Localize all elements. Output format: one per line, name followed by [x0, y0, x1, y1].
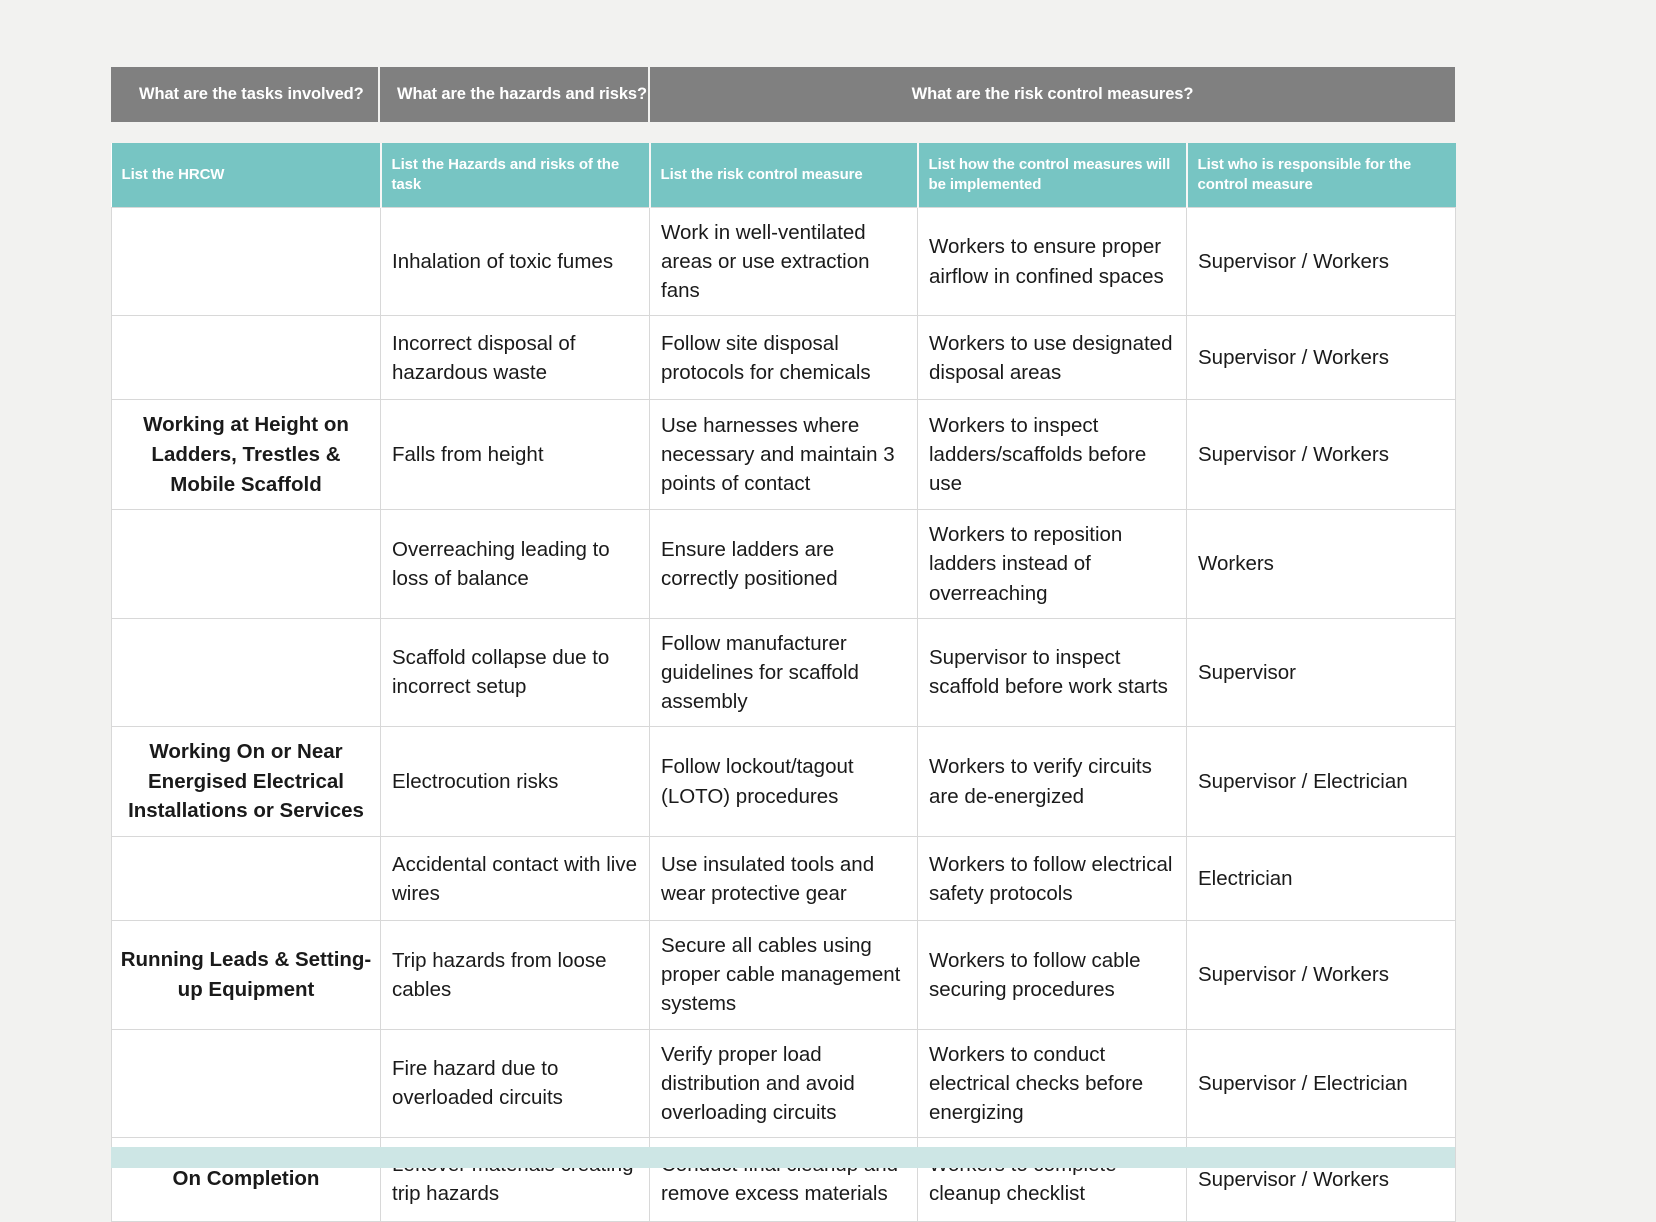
- column-header-hrcw: List the HRCW: [111, 143, 382, 208]
- table-row: Incorrect disposal of hazardous waste Fol…: [111, 315, 1456, 401]
- table-header: List the HRCW List the Hazards and risks…: [111, 143, 1456, 208]
- cell-hrcw: [111, 617, 381, 728]
- cell-implementation: Workers to verify circuits are de-energi…: [917, 726, 1187, 838]
- cell-implementation: Workers to ensure proper airflow in conf…: [917, 206, 1187, 317]
- cell-hazard: Electrocution risks: [380, 726, 650, 838]
- column-header-responsible: List who is responsible for the control …: [1186, 143, 1456, 208]
- table-body: Inhalation of toxic fumes Work in well-ve…: [111, 206, 1456, 1222]
- banner-group-controls: What are the risk control measures?: [650, 67, 1455, 122]
- cell-hazard: Accidental contact with live wires: [380, 836, 650, 922]
- cell-hrcw: [111, 509, 381, 619]
- cell-responsible: Supervisor / Workers: [1186, 315, 1456, 401]
- banner-group-hazards: What are the hazards and risks?: [380, 67, 650, 122]
- cell-control-measure: Follow manufacturer guidelines for scaff…: [649, 617, 918, 728]
- risk-assessment-table: List the HRCW List the Hazards and risks…: [111, 143, 1456, 1222]
- cell-hazard: Overreaching leading to loss of balance: [380, 509, 650, 619]
- cell-implementation: Workers to follow electrical safety prot…: [917, 836, 1187, 922]
- cell-implementation: Workers to use designated disposal areas: [917, 315, 1187, 401]
- column-header-implementation: List how the control measures will be im…: [917, 143, 1188, 208]
- cell-hrcw: [111, 836, 381, 922]
- cell-responsible: Supervisor: [1186, 617, 1456, 728]
- cell-hrcw: [111, 315, 381, 401]
- table-row: Working at Height on Ladders, Trestles &…: [111, 399, 1456, 511]
- cell-responsible: Supervisor / Electrician: [1186, 1028, 1456, 1138]
- cell-control-measure: Use harnesses where necessary and mainta…: [649, 399, 918, 511]
- cell-implementation: Workers to conduct electrical checks bef…: [917, 1028, 1187, 1138]
- column-header-hazards: List the Hazards and risks of the task: [380, 143, 651, 208]
- cell-hrcw: Working at Height on Ladders, Trestles &…: [111, 399, 381, 511]
- risk-assessment-table-wrapper: List the HRCW List the Hazards and risks…: [111, 143, 1456, 1222]
- table-row: Fire hazard due to overloaded circuits Ve…: [111, 1028, 1456, 1138]
- cell-control-measure: Verify proper load distribution and avoi…: [649, 1028, 918, 1138]
- table-row: Overreaching leading to loss of balance E…: [111, 509, 1456, 619]
- cell-hazard: Inhalation of toxic fumes: [380, 206, 650, 317]
- bottom-teal-bar: [111, 1147, 1455, 1168]
- table-row: Inhalation of toxic fumes Work in well-ve…: [111, 206, 1456, 317]
- cell-control-measure: Ensure ladders are correctly positioned: [649, 509, 918, 619]
- cell-hrcw: Working On or Near Energised Electrical …: [111, 726, 381, 838]
- cell-hazard: Trip hazards from loose cables: [380, 920, 650, 1030]
- cell-hazard: Scaffold collapse due to incorrect setup: [380, 617, 650, 728]
- cell-hrcw: [111, 206, 381, 317]
- column-group-banner: What are the tasks involved? What are th…: [111, 67, 1455, 122]
- cell-implementation: Supervisor to inspect scaffold before wo…: [917, 617, 1187, 728]
- cell-hazard: Falls from height: [380, 399, 650, 511]
- cell-responsible: Electrician: [1186, 836, 1456, 922]
- cell-hrcw: Running Leads & Setting-up Equipment: [111, 920, 381, 1030]
- table-row: Accidental contact with live wires Use in…: [111, 836, 1456, 922]
- cell-control-measure: Follow site disposal protocols for chemi…: [649, 315, 918, 401]
- cell-hazard: Fire hazard due to overloaded circuits: [380, 1028, 650, 1138]
- cell-implementation: Workers to follow cable securing procedu…: [917, 920, 1187, 1030]
- cell-responsible: Supervisor / Workers: [1186, 920, 1456, 1030]
- cell-responsible: Workers: [1186, 509, 1456, 619]
- cell-control-measure: Follow lockout/tagout (LOTO) procedures: [649, 726, 918, 838]
- cell-hazard: Incorrect disposal of hazardous waste: [380, 315, 650, 401]
- table-row: Working On or Near Energised Electrical …: [111, 726, 1456, 838]
- cell-responsible: Supervisor / Electrician: [1186, 726, 1456, 838]
- cell-hrcw: [111, 1028, 381, 1138]
- table-header-row: List the HRCW List the Hazards and risks…: [111, 143, 1456, 208]
- cell-control-measure: Work in well-ventilated areas or use ext…: [649, 206, 918, 317]
- banner-group-tasks: What are the tasks involved?: [111, 67, 380, 122]
- table-row: Running Leads & Setting-up Equipment Trip…: [111, 920, 1456, 1030]
- cell-control-measure: Use insulated tools and wear protective …: [649, 836, 918, 922]
- column-header-control-measure: List the risk control measure: [649, 143, 919, 208]
- table-row: Scaffold collapse due to incorrect setup…: [111, 617, 1456, 728]
- cell-responsible: Supervisor / Workers: [1186, 399, 1456, 511]
- cell-responsible: Supervisor / Workers: [1186, 206, 1456, 317]
- cell-control-measure: Secure all cables using proper cable man…: [649, 920, 918, 1030]
- cell-implementation: Workers to inspect ladders/scaffolds bef…: [917, 399, 1187, 511]
- cell-implementation: Workers to reposition ladders instead of…: [917, 509, 1187, 619]
